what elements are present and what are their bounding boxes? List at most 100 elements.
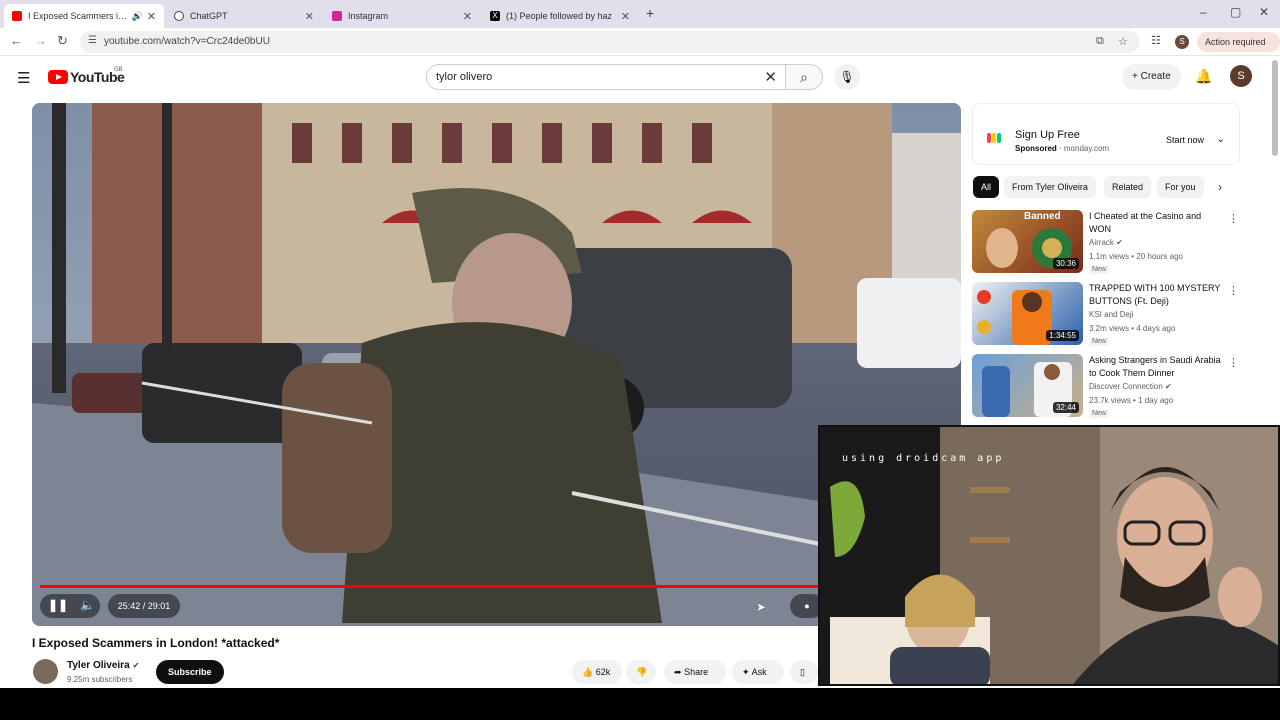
- autoplay-toggle-icon: ●: [804, 601, 810, 611]
- window-close-icon[interactable]: ✕: [1259, 5, 1269, 19]
- dislike-button[interactable]: 👎: [626, 660, 656, 684]
- recommendation-title[interactable]: I Cheated at the Casino and WON: [1089, 210, 1225, 236]
- youtube-play-icon: [48, 70, 68, 84]
- region-code: GB: [114, 67, 123, 73]
- mouse-pointer-icon: ➤: [756, 600, 767, 614]
- new-badge: New: [1089, 337, 1110, 346]
- bookmark-icon: ▯: [800, 667, 805, 677]
- sponsored-ad-card[interactable]: Sign Up Free Sponsored · monday.com Star…: [972, 103, 1240, 165]
- chevron-down-icon[interactable]: ⌄: [1216, 132, 1225, 145]
- video-thumbnail[interactable]: 32:44: [972, 354, 1083, 417]
- chevron-right-icon[interactable]: ›: [1218, 180, 1222, 194]
- tab-instagram[interactable]: Instagram ✕: [324, 4, 480, 28]
- page-scrollbar[interactable]: [1272, 60, 1278, 156]
- share-label: Share: [684, 667, 709, 677]
- voice-search-button[interactable]: 🎙: [834, 64, 860, 90]
- back-icon[interactable]: ←: [10, 33, 23, 48]
- recommendation-channel-text: KSI and Deji: [1089, 310, 1134, 319]
- recommendation-channel[interactable]: Discover Connection ✔: [1089, 382, 1172, 391]
- chip-from-channel[interactable]: From Tyler Oliveira: [1004, 176, 1096, 198]
- close-icon[interactable]: ✕: [463, 10, 472, 23]
- volume-icon[interactable]: 🔈: [80, 598, 95, 612]
- subscribe-button[interactable]: Subscribe: [156, 660, 224, 684]
- browser-profile-avatar[interactable]: S: [1175, 35, 1189, 49]
- youtube-header: ☰ YouTube GB tylor olivero ✕ ⌕ 🎙 + Creat…: [0, 56, 1280, 100]
- tab-x[interactable]: X (1) People followed by haz ✕: [482, 4, 638, 28]
- account-avatar[interactable]: S: [1230, 65, 1252, 87]
- close-icon[interactable]: ✕: [621, 10, 630, 23]
- instagram-favicon-icon: [332, 11, 342, 21]
- search-button[interactable]: ⌕: [785, 64, 823, 90]
- recommendation-channel[interactable]: Airrack ✔: [1089, 238, 1123, 247]
- pause-icon[interactable]: ❚❚: [48, 598, 68, 612]
- recommendation-meta: 1.1m views • 20 hours ago: [1089, 252, 1183, 261]
- video-thumbnail[interactable]: 1:34:55: [972, 282, 1083, 345]
- close-icon[interactable]: ✕: [305, 10, 314, 23]
- overlay-caption: using droidcam app: [842, 453, 1005, 464]
- like-button[interactable]: 👍 62k: [572, 660, 622, 684]
- tab-title: (1) People followed by haz: [506, 11, 613, 21]
- create-button[interactable]: + Create: [1122, 64, 1181, 90]
- bottom-black-bar: [0, 688, 1280, 720]
- save-button[interactable]: ▯: [790, 660, 818, 684]
- kebab-menu-icon[interactable]: ⋮: [1228, 212, 1239, 225]
- bookmark-star-icon[interactable]: ☆: [1118, 35, 1128, 48]
- video-progress-bar[interactable]: [40, 585, 953, 588]
- hamburger-menu-icon[interactable]: ☰: [17, 69, 30, 87]
- verified-badge-icon: ✔: [1165, 382, 1172, 391]
- minimize-icon[interactable]: –: [1200, 5, 1207, 19]
- webcam-overlay-window[interactable]: using droidcam app: [818, 425, 1280, 686]
- channel-name[interactable]: Tyler Oliveira ✔: [67, 660, 139, 671]
- tab-chatgpt[interactable]: ChatGPT ✕: [166, 4, 322, 28]
- new-tab-icon[interactable]: +: [646, 5, 654, 21]
- browser-window: I Exposed Scammers in London 🔊 ✕ ChatGPT…: [0, 0, 1280, 688]
- search-query-text: tylor olivero: [436, 71, 493, 83]
- site-info-icon[interactable]: ☰: [88, 35, 97, 46]
- kebab-menu-icon[interactable]: ⋮: [1228, 356, 1239, 369]
- recommendation-item[interactable]: 1:34:55 TRAPPED WITH 100 MYSTERY BUTTONS…: [972, 282, 1239, 346]
- notifications-bell-icon[interactable]: 🔔: [1195, 68, 1212, 85]
- verified-badge-icon: ✔: [1116, 238, 1123, 247]
- chip-related[interactable]: Related: [1104, 176, 1152, 198]
- action-required-button[interactable]: Action required ⋮: [1197, 32, 1280, 67]
- recommendation-channel[interactable]: KSI and Deji: [1089, 310, 1133, 319]
- kebab-menu-icon[interactable]: ⋮: [1228, 284, 1239, 297]
- share-button[interactable]: ➦ Share: [664, 660, 726, 684]
- maximize-icon[interactable]: ▢: [1230, 5, 1241, 19]
- forward-icon[interactable]: →: [34, 33, 47, 48]
- monday-logo-icon: [987, 131, 1005, 143]
- channel-avatar[interactable]: [33, 659, 58, 684]
- youtube-logo[interactable]: YouTube GB: [48, 67, 125, 85]
- thumbs-down-icon: 👎: [636, 667, 648, 677]
- channel-name-text: Tyler Oliveira: [67, 660, 130, 671]
- url-text: youtube.com/watch?v=Crc24de0bUU: [104, 36, 270, 47]
- close-icon[interactable]: ✕: [147, 10, 156, 23]
- recommendation-title[interactable]: Asking Strangers in Saudi Arabia to Cook…: [1089, 354, 1225, 380]
- youtube-favicon-icon: [12, 11, 22, 21]
- search-input[interactable]: tylor olivero ✕: [426, 64, 786, 90]
- extensions-icon[interactable]: ☷: [1151, 34, 1161, 47]
- time-display: 25:42 / 29:01: [108, 594, 180, 618]
- plus-icon: +: [1132, 71, 1138, 82]
- recommendation-item[interactable]: 32:44 Asking Strangers in Saudi Arabia t…: [972, 354, 1239, 418]
- recommendation-title[interactable]: TRAPPED WITH 100 MYSTERY BUTTONS (Ft. De…: [1089, 282, 1225, 308]
- action-required-label: Action required: [1205, 37, 1266, 47]
- tab-title: Instagram: [348, 11, 389, 21]
- share-icon: ➦: [674, 667, 682, 677]
- like-count: 62k: [595, 667, 611, 677]
- tab-youtube[interactable]: I Exposed Scammers in London 🔊 ✕: [4, 4, 164, 28]
- ask-button[interactable]: ✦ Ask: [732, 660, 784, 684]
- ad-title: Sign Up Free: [1015, 129, 1080, 141]
- chip-for-you[interactable]: For you: [1157, 176, 1204, 198]
- clear-search-icon[interactable]: ✕: [764, 68, 777, 86]
- tab-title: ChatGPT: [190, 11, 228, 21]
- address-bar[interactable]: ☰ youtube.com/watch?v=Crc24de0bUU ⧉ ☆: [80, 31, 1140, 53]
- duration-badge: 32:44: [1052, 402, 1079, 413]
- reload-icon[interactable]: ↻: [57, 33, 68, 49]
- chip-all[interactable]: All: [973, 176, 1000, 198]
- start-now-button[interactable]: Start now: [1156, 128, 1214, 152]
- video-thumbnail[interactable]: Banned 30:36: [972, 210, 1083, 273]
- recommendation-item[interactable]: Banned 30:36 I Cheated at the Casino and…: [972, 210, 1239, 274]
- duration-badge: 30:36: [1052, 258, 1079, 269]
- install-app-icon[interactable]: ⧉: [1096, 35, 1104, 48]
